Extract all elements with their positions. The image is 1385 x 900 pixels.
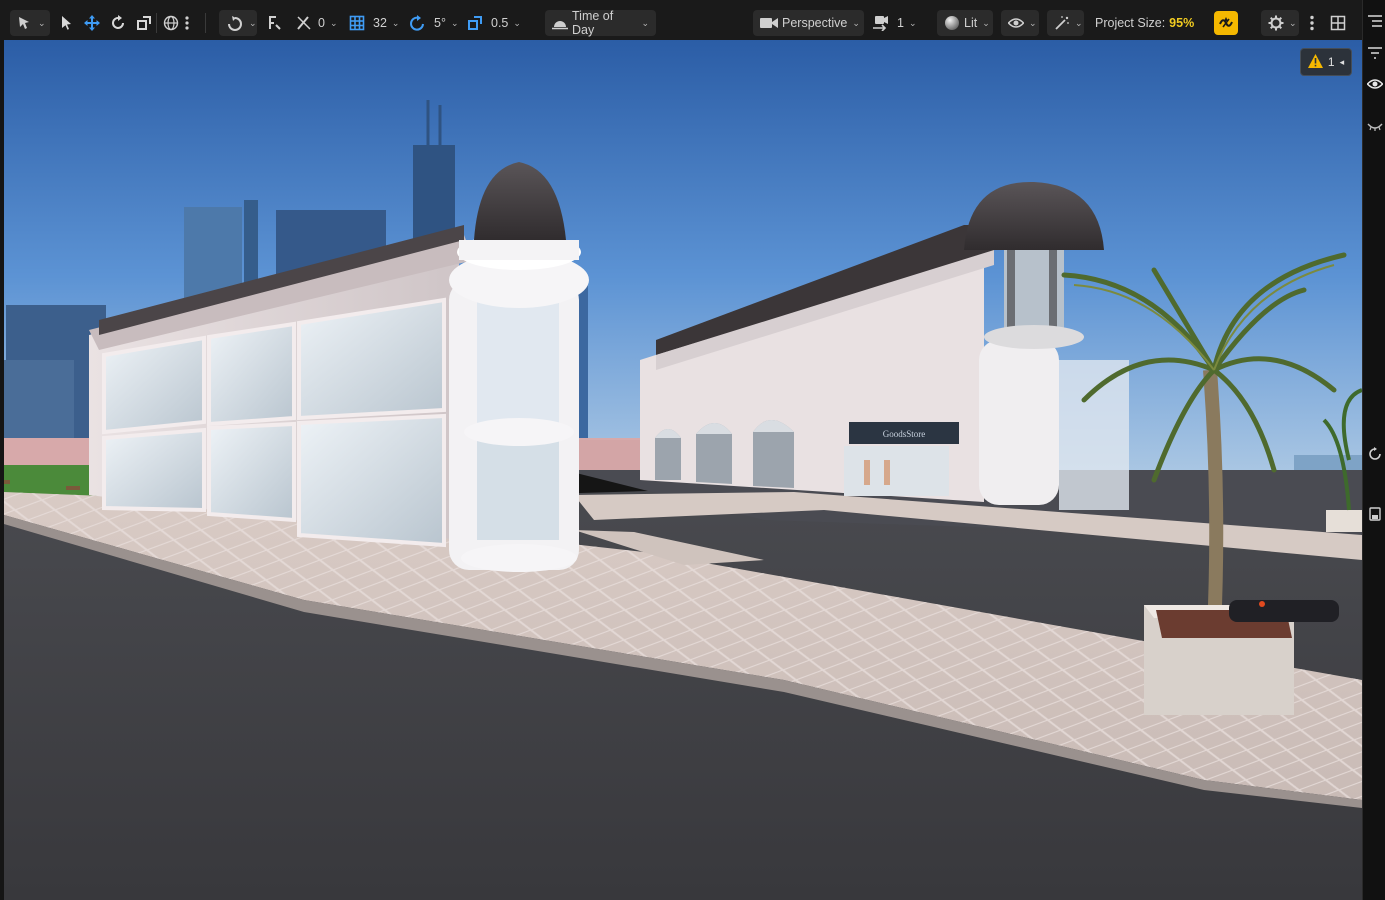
grid-snap-button[interactable]: 32 ⌄ [349, 10, 399, 36]
layout-grid-icon [1330, 15, 1346, 31]
chevron-down-icon: ⌄ [249, 17, 257, 28]
coordinate-system[interactable] [163, 10, 189, 36]
chevron-down-icon: ⌄ [1289, 17, 1297, 28]
realtime-toggle-button[interactable] [1214, 11, 1238, 35]
save-icon[interactable] [1366, 505, 1384, 523]
project-size-indicator: Project Size: 95% [1095, 10, 1194, 36]
select-mode-button[interactable]: ⌄ [10, 10, 50, 36]
visibility-eye-icon[interactable] [1366, 75, 1384, 93]
camera-speed-icon [872, 15, 890, 31]
chevron-down-icon: ⌄ [982, 17, 990, 28]
details-panel-strip [1362, 0, 1385, 900]
view-mode-button[interactable]: Lit ⌄ [937, 10, 993, 36]
scale-snap-button[interactable]: 0.5 ⌄ [467, 10, 521, 36]
realtime-icon [1218, 15, 1234, 31]
snap-toggle-button[interactable] [267, 10, 283, 36]
view-mode-label: Lit [964, 16, 978, 30]
eye-icon [1008, 17, 1024, 29]
chevron-down-icon: ⌄ [38, 17, 46, 28]
time-of-day-label: Time of Day [572, 9, 614, 37]
sunrise-icon [552, 16, 568, 30]
angle-snap-button[interactable]: 0 ⌄ [296, 10, 338, 36]
time-of-day-button[interactable]: Time of Day ⌄ [545, 9, 656, 37]
viewport-options-button[interactable] [1310, 10, 1314, 36]
magic-wand-icon [1054, 15, 1070, 31]
move-tool-icon[interactable] [84, 15, 100, 31]
rotation-snap-value: 5° [434, 16, 446, 30]
grid-snap-value: 32 [373, 16, 387, 30]
camera-icon [760, 17, 778, 29]
world-globe-icon [163, 15, 179, 31]
chevron-down-icon: ⌄ [852, 17, 860, 28]
show-flags-button[interactable]: ⌄ [1001, 10, 1039, 36]
scale-tool-icon[interactable] [136, 15, 152, 31]
angle-snap-icon [296, 15, 314, 31]
reset-icon[interactable] [1366, 445, 1384, 463]
level-viewport[interactable]: GoodsStore 1 ◂ [4, 40, 1362, 900]
surface-snap-icon [226, 15, 244, 31]
settings-button[interactable]: ⌄ [1261, 10, 1299, 36]
chevron-down-icon: ⌄ [641, 17, 649, 28]
filter-icon[interactable] [1366, 44, 1384, 62]
gear-icon [1268, 15, 1284, 31]
chevron-left-icon: ◂ [1339, 56, 1345, 67]
select-mode-icon [17, 15, 33, 31]
chevron-down-icon: ⌄ [513, 17, 521, 28]
chevron-down-icon: ⌄ [1075, 17, 1083, 28]
rotate-tool-icon[interactable] [110, 15, 126, 31]
hidden-eye-icon[interactable] [1366, 118, 1384, 136]
rotation-snap-icon [409, 14, 426, 32]
warning-badge[interactable]: 1 ◂ [1300, 48, 1352, 76]
outliner-icon[interactable] [1366, 12, 1384, 30]
viewport-toolbar: ⌄ ⌄ 0 ⌄ 32 ⌄ 5° ⌄ 0.5 ⌄ Time of Day ⌄ Pe… [0, 0, 1385, 40]
chevron-down-icon: ⌄ [450, 17, 459, 28]
snap-icon [267, 15, 283, 31]
warning-icon [1307, 53, 1323, 71]
chevron-down-icon: ⌄ [1029, 17, 1037, 28]
chevron-down-icon: ⌄ [329, 17, 338, 28]
select-tool-icon[interactable] [58, 15, 74, 31]
angle-snap-value: 0 [318, 16, 325, 30]
layout-button[interactable] [1330, 10, 1346, 36]
project-size-value: 95% [1169, 16, 1195, 30]
lit-sphere-icon [944, 15, 960, 31]
scale-snap-value: 0.5 [491, 16, 509, 30]
scalability-button[interactable]: ⌄ [1047, 10, 1084, 36]
project-size-label: Project Size: [1095, 16, 1166, 30]
camera-speed-value: 1 [897, 16, 904, 30]
perspective-button[interactable]: Perspective ⌄ [753, 10, 864, 36]
scale-snap-icon [467, 15, 483, 31]
transform-tools [58, 10, 152, 36]
camera-speed-button[interactable]: 1 ⌄ [872, 10, 917, 36]
scene-render: GoodsStore [4, 40, 1362, 900]
chevron-down-icon: ⌄ [391, 17, 400, 28]
rotation-snap-button[interactable]: 5° ⌄ [409, 10, 459, 36]
chevron-down-icon: ⌄ [908, 17, 917, 28]
more-options-icon[interactable] [185, 16, 189, 30]
more-options-icon [1310, 15, 1314, 31]
perspective-label: Perspective [782, 16, 848, 30]
surface-snapping-button[interactable]: ⌄ [219, 10, 257, 36]
grid-snap-icon [349, 15, 365, 31]
store-sign: GoodsStore [883, 429, 926, 439]
warning-count: 1 [1327, 55, 1335, 69]
